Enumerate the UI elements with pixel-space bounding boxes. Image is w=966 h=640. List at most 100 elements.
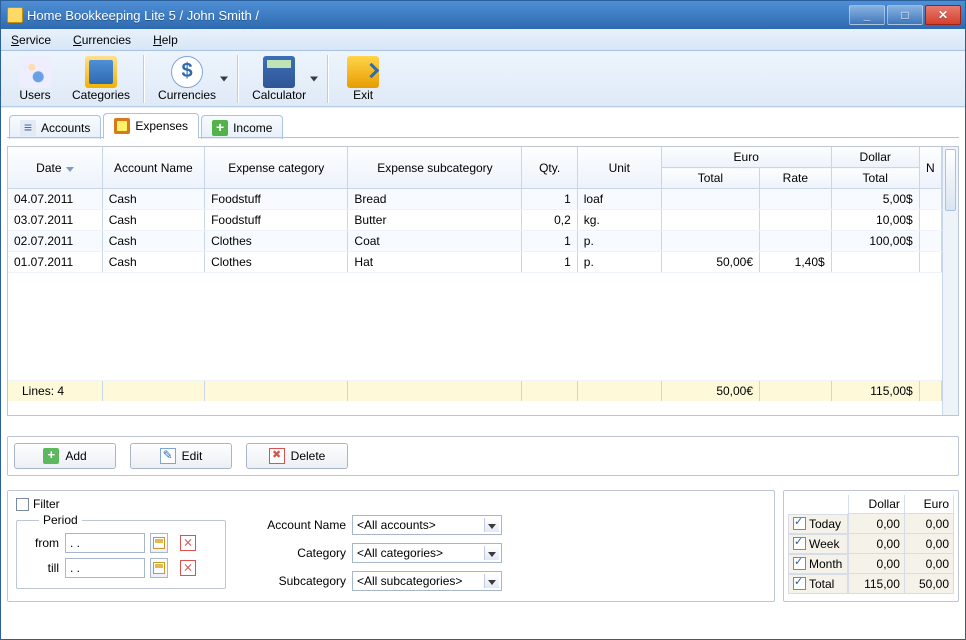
col-euro-rate[interactable]: Rate bbox=[760, 168, 832, 189]
delete-button-label: Delete bbox=[291, 449, 326, 463]
tab-accounts-label: Accounts bbox=[41, 121, 90, 135]
col-account-name[interactable]: Account Name bbox=[102, 147, 204, 189]
clear-date-from-button[interactable] bbox=[180, 535, 196, 551]
footer-dollar-total: 115,00$ bbox=[831, 381, 919, 402]
summary-row-month: Month 0,00 0,00 bbox=[788, 554, 954, 574]
maximize-button[interactable]: □ bbox=[887, 5, 923, 25]
calculator-icon bbox=[263, 56, 295, 88]
chevron-down-icon bbox=[310, 76, 318, 81]
col-dollar-total[interactable]: Total bbox=[831, 168, 919, 189]
summary-col-dollar: Dollar bbox=[848, 495, 904, 514]
menubar: Service Currencies Help bbox=[1, 29, 965, 51]
menu-service[interactable]: Service bbox=[7, 31, 55, 49]
table-row[interactable]: 04.07.2011 Cash Foodstuff Bread 1 loaf 5… bbox=[8, 189, 942, 210]
col-euro-group[interactable]: Euro bbox=[661, 147, 831, 168]
grid-footer-row: Lines: 4 50,00€ 115,00$ bbox=[8, 381, 942, 402]
summary-row-total: Total 115,00 50,00 bbox=[788, 574, 954, 594]
col-n[interactable]: N bbox=[919, 147, 941, 189]
summary-total-checkbox[interactable] bbox=[793, 577, 806, 590]
toolbar-currencies-label: Currencies bbox=[158, 88, 216, 102]
tab-expenses[interactable]: Expenses bbox=[103, 113, 199, 139]
vertical-scrollbar[interactable] bbox=[942, 147, 958, 415]
calendar-button-till[interactable] bbox=[150, 558, 168, 578]
period-from-label: from bbox=[25, 536, 59, 550]
menu-currencies[interactable]: Currencies bbox=[69, 31, 135, 49]
minimize-button[interactable]: _ bbox=[849, 5, 885, 25]
col-date[interactable]: Date bbox=[8, 147, 102, 189]
exit-icon bbox=[347, 56, 379, 88]
toolbar-separator bbox=[143, 55, 145, 103]
table-row[interactable]: 01.07.2011 Cash Clothes Hat 1 p. 50,00€ … bbox=[8, 252, 942, 273]
table-row[interactable]: 03.07.2011 Cash Foodstuff Butter 0,2 kg.… bbox=[8, 210, 942, 231]
add-icon bbox=[43, 448, 59, 464]
toolbar-users-button[interactable]: Users bbox=[7, 53, 63, 105]
add-button[interactable]: Add bbox=[14, 443, 116, 469]
action-bar: Add Edit Delete bbox=[7, 436, 959, 476]
summary-row-today: Today 0,00 0,00 bbox=[788, 514, 954, 534]
add-button-label: Add bbox=[65, 449, 86, 463]
toolbar-separator bbox=[327, 55, 329, 103]
col-dollar-group[interactable]: Dollar bbox=[831, 147, 919, 168]
tab-income[interactable]: Income bbox=[201, 115, 283, 139]
toolbar-calculator-label: Calculator bbox=[252, 88, 306, 102]
period-from-input[interactable]: . . bbox=[65, 533, 145, 553]
toolbar-categories-button[interactable]: Categories bbox=[65, 53, 137, 105]
filter-category-label: Category bbox=[236, 546, 346, 560]
footer-lines: Lines: 4 bbox=[8, 381, 102, 402]
tab-row: Accounts Expenses Income bbox=[7, 112, 959, 138]
col-euro-total[interactable]: Total bbox=[661, 168, 759, 189]
summary-panel: Dollar Euro Today 0,00 0,00 Week 0,00 bbox=[783, 490, 959, 602]
filter-account-label: Account Name bbox=[236, 518, 346, 532]
filter-category-combo[interactable]: <All categories> bbox=[352, 543, 502, 563]
summary-week-checkbox[interactable] bbox=[793, 537, 806, 550]
table-row[interactable]: 02.07.2011 Cash Clothes Coat 1 p. 100,00… bbox=[8, 231, 942, 252]
filter-subcategory-combo[interactable]: <All subcategories> bbox=[352, 571, 502, 591]
expenses-table[interactable]: Date Account Name Expense category Expen… bbox=[8, 147, 942, 401]
filter-checkbox-label: Filter bbox=[33, 497, 60, 511]
filter-account-combo[interactable]: <All accounts> bbox=[352, 515, 502, 535]
summary-row-week: Week 0,00 0,00 bbox=[788, 534, 954, 554]
filter-panel: Filter Period from . . till . . bbox=[7, 490, 775, 602]
period-till-input[interactable]: . . bbox=[65, 558, 145, 578]
summary-col-euro: Euro bbox=[904, 495, 953, 514]
clear-date-till-button[interactable] bbox=[180, 560, 196, 576]
window-title: Home Bookkeeping Lite 5 / John Smith / bbox=[27, 8, 847, 23]
toolbar: Users Categories Currencies Calculator E… bbox=[1, 51, 965, 107]
categories-icon bbox=[85, 56, 117, 88]
col-expense-subcategory[interactable]: Expense subcategory bbox=[348, 147, 522, 189]
edit-icon bbox=[160, 448, 176, 464]
period-till-label: till bbox=[25, 561, 59, 575]
delete-button[interactable]: Delete bbox=[246, 443, 348, 469]
chevron-down-icon bbox=[220, 76, 228, 81]
toolbar-users-label: Users bbox=[19, 88, 50, 102]
period-legend: Period bbox=[39, 513, 82, 527]
expenses-icon bbox=[114, 118, 130, 134]
app-icon bbox=[7, 7, 23, 23]
calendar-button-from[interactable] bbox=[150, 533, 168, 553]
close-button[interactable]: ✕ bbox=[925, 5, 961, 25]
users-icon bbox=[19, 56, 51, 88]
summary-table: Dollar Euro Today 0,00 0,00 Week 0,00 bbox=[788, 495, 954, 594]
toolbar-exit-button[interactable]: Exit bbox=[335, 53, 391, 105]
summary-today-checkbox[interactable] bbox=[793, 517, 806, 530]
toolbar-exit-label: Exit bbox=[353, 88, 373, 102]
col-expense-category[interactable]: Expense category bbox=[205, 147, 348, 189]
app-window: Home Bookkeeping Lite 5 / John Smith / _… bbox=[0, 0, 966, 640]
col-qty[interactable]: Qty. bbox=[522, 147, 577, 189]
toolbar-separator bbox=[237, 55, 239, 103]
calendar-icon bbox=[153, 562, 165, 574]
footer-euro-total: 50,00€ bbox=[661, 381, 759, 402]
titlebar: Home Bookkeeping Lite 5 / John Smith / _… bbox=[1, 1, 965, 29]
menu-help[interactable]: Help bbox=[149, 31, 182, 49]
tab-accounts[interactable]: Accounts bbox=[9, 115, 101, 139]
filter-checkbox[interactable] bbox=[16, 498, 29, 511]
col-unit[interactable]: Unit bbox=[577, 147, 661, 189]
toolbar-calculator-button[interactable]: Calculator bbox=[245, 53, 321, 105]
income-icon bbox=[212, 120, 228, 136]
toolbar-currencies-button[interactable]: Currencies bbox=[151, 53, 231, 105]
period-fieldset: Period from . . till . . bbox=[16, 513, 226, 589]
content-area: Accounts Expenses Income bbox=[1, 107, 965, 639]
summary-month-checkbox[interactable] bbox=[793, 557, 806, 570]
table-empty-row bbox=[8, 273, 942, 381]
edit-button[interactable]: Edit bbox=[130, 443, 232, 469]
